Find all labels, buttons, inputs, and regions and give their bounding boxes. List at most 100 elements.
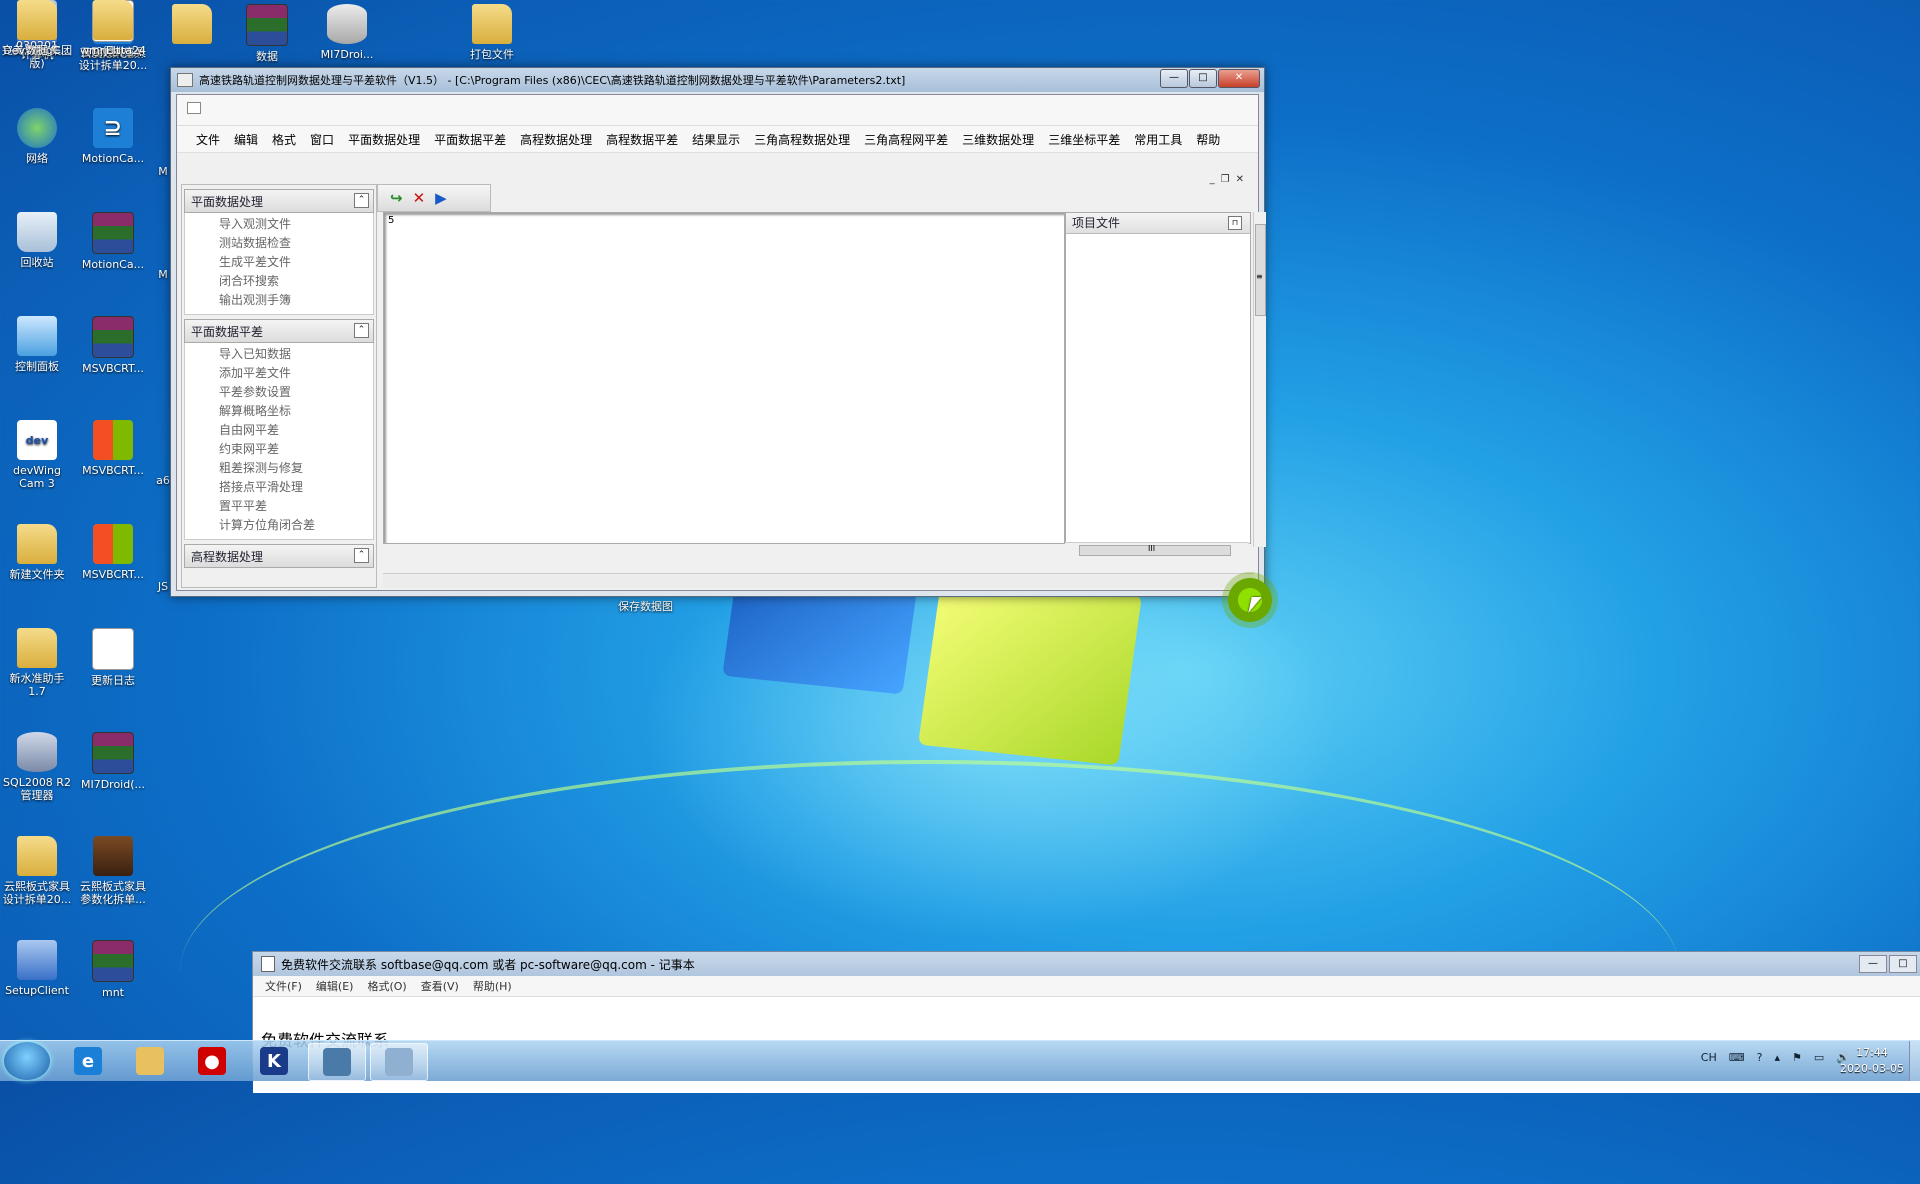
menu-item[interactable]: 高程数据平差: [599, 131, 685, 148]
notepad-maximize-button[interactable]: □: [1889, 955, 1917, 973]
desktop-icon[interactable]: 回收站: [0, 212, 74, 269]
menu-item[interactable]: 编辑: [227, 131, 265, 148]
nav-item[interactable]: 平差参数设置: [219, 383, 373, 402]
maximize-button[interactable]: □: [1189, 69, 1217, 88]
quick-access-icon[interactable]: [187, 102, 201, 114]
nav-item[interactable]: 添加平差文件: [219, 364, 373, 383]
document-editor[interactable]: 5: [383, 212, 1065, 544]
horizontal-scrollbar[interactable]: III: [1065, 542, 1249, 557]
app-titlebar[interactable]: 高速铁路轨道控制网数据处理与平差软件（V1.5） - [C:\Program F…: [171, 68, 1264, 92]
mdi-minimize-button[interactable]: _: [1210, 174, 1215, 185]
taskbar-cec-app-button[interactable]: [308, 1043, 366, 1081]
taskbar-recorder-button[interactable]: ●: [184, 1043, 240, 1079]
collapse-icon[interactable]: ⌃: [354, 323, 369, 338]
show-desktop-button[interactable]: [1909, 1041, 1920, 1081]
desktop-icon[interactable]: 控制面板: [0, 316, 74, 373]
desktop-icon[interactable]: dev devWing Cam 3: [0, 420, 74, 490]
notepad-menu-item[interactable]: 格式(O): [367, 978, 406, 994]
desktop-icon[interactable]: 新建文件夹: [0, 524, 74, 581]
menu-item[interactable]: 常用工具: [1127, 131, 1189, 148]
nav-section-header[interactable]: 平面数据处理 ⌃: [184, 189, 374, 213]
start-button[interactable]: [4, 1042, 50, 1080]
nav-item[interactable]: 约束网平差: [219, 440, 373, 459]
tray-icon[interactable]: CH: [1701, 1051, 1717, 1064]
menu-item[interactable]: 帮助: [1189, 131, 1227, 148]
vertical-scroll-thumb[interactable]: [1255, 224, 1266, 316]
notepad-menu-item[interactable]: 查看(V): [421, 978, 459, 994]
tray-icon[interactable]: ⚑: [1792, 1051, 1802, 1064]
notepad-menu-item[interactable]: 文件(F): [265, 978, 302, 994]
mdi-restore-button[interactable]: ❐: [1221, 174, 1230, 185]
desktop-icon[interactable]: MotionCa...: [76, 212, 150, 271]
taskbar-file-explorer-button[interactable]: [122, 1043, 178, 1079]
desktop-icon[interactable]: 数据: [0, 0, 74, 57]
nav-item[interactable]: 输出观测手簿: [219, 291, 373, 310]
menu-item[interactable]: 高程数据处理: [513, 131, 599, 148]
desktop-icon[interactable]: 打包文件: [455, 4, 529, 61]
nav-item[interactable]: 生成平差文件: [219, 253, 373, 272]
menu-item[interactable]: 三角高程数据处理: [747, 131, 857, 148]
desktop-icon[interactable]: ⊇ MotionCa...: [76, 108, 150, 165]
nav-item[interactable]: 解算概略坐标: [219, 402, 373, 421]
menu-item[interactable]: 平面数据处理: [341, 131, 427, 148]
menu-item[interactable]: 结果显示: [685, 131, 747, 148]
horizontal-scroll-thumb[interactable]: III: [1079, 544, 1231, 556]
desktop-icon[interactable]: SQL2008 R2 管理器: [0, 732, 74, 802]
menu-item[interactable]: 三角高程网平差: [857, 131, 955, 148]
collapse-icon[interactable]: ⌃: [354, 548, 369, 563]
tray-icon[interactable]: ?: [1757, 1051, 1763, 1064]
redo-icon[interactable]: ↪: [390, 189, 403, 207]
taskbar-k-app-button[interactable]: K: [246, 1043, 302, 1079]
nav-item[interactable]: 导入观测文件: [219, 215, 373, 234]
desktop-icon[interactable]: mnt: [76, 940, 150, 999]
nav-item[interactable]: 导入已知数据: [219, 345, 373, 364]
nav-item[interactable]: 粗差探测与修复: [219, 459, 373, 478]
menu-item[interactable]: 平面数据平差: [427, 131, 513, 148]
taskbar-internet-explorer-button[interactable]: e: [60, 1043, 116, 1079]
delete-icon[interactable]: ✕: [413, 189, 426, 207]
taskbar-notepad-button[interactable]: [370, 1043, 428, 1081]
mdi-close-button[interactable]: ✕: [1236, 174, 1244, 185]
menu-item[interactable]: 文件: [189, 131, 227, 148]
desktop-icon[interactable]: 云熙板式家具参数化拆单...: [76, 836, 150, 906]
nav-item[interactable]: 自由网平差: [219, 421, 373, 440]
desktop-icon[interactable]: MI7Droi...: [310, 4, 384, 61]
vertical-scrollbar[interactable]: ≡: [1253, 212, 1266, 547]
close-button[interactable]: ✕: [1218, 69, 1260, 88]
menu-item[interactable]: 三维数据处理: [955, 131, 1041, 148]
notepad-menu-item[interactable]: 编辑(E): [316, 978, 354, 994]
tray-icon[interactable]: ▭: [1814, 1051, 1824, 1064]
nav-item[interactable]: 测站数据检查: [219, 234, 373, 253]
app-window[interactable]: 高速铁路轨道控制网数据处理与平差软件（V1.5） - [C:\Program F…: [170, 67, 1266, 597]
desktop-icon[interactable]: 网络: [0, 108, 74, 165]
desktop-icon[interactable]: 更新日志: [76, 628, 150, 687]
run-icon[interactable]: ▶: [435, 189, 447, 207]
minimize-button[interactable]: —: [1160, 69, 1188, 88]
desktop-icon[interactable]: Elt: [76, 0, 150, 57]
desktop-icon[interactable]: 云熙板式家具设计拆单20...: [0, 836, 74, 906]
nav-item[interactable]: 计算方位角闭合差: [219, 516, 373, 535]
nav-item[interactable]: 置平平差: [219, 497, 373, 516]
menu-item[interactable]: 格式: [265, 131, 303, 148]
desktop-icon[interactable]: 新水准助手 1.7: [0, 628, 74, 698]
notepad-menu-item[interactable]: 帮助(H): [473, 978, 512, 994]
nav-section-header[interactable]: 高程数据处理 ⌃: [184, 544, 374, 568]
desktop-icon[interactable]: SetupClient: [0, 940, 74, 997]
desktop-icon[interactable]: MSVBCRT...: [76, 420, 150, 477]
pin-icon[interactable]: ⊓: [1228, 216, 1242, 230]
desktop-icon[interactable]: MSVBCRT...: [76, 524, 150, 581]
nav-section-header[interactable]: 平面数据平差 ⌃: [184, 319, 374, 343]
nav-item[interactable]: 搭接点平滑处理: [219, 478, 373, 497]
notepad-titlebar[interactable]: 免费软件交流联系 softbase@qq.com 或者 pc-software@…: [253, 952, 1920, 976]
desktop-icon[interactable]: 数据: [230, 4, 304, 63]
desktop-icon[interactable]: MI7Droid(...: [76, 732, 150, 791]
nav-item[interactable]: 闭合环搜索: [219, 272, 373, 291]
tray-icon[interactable]: ▴: [1774, 1051, 1780, 1064]
menu-item[interactable]: 三维坐标平差: [1041, 131, 1127, 148]
menu-item[interactable]: 窗口: [303, 131, 341, 148]
desktop-icon[interactable]: [155, 4, 229, 48]
collapse-icon[interactable]: ⌃: [354, 193, 369, 208]
tray-icon[interactable]: ⌨: [1729, 1051, 1745, 1064]
desktop-icon[interactable]: MSVBCRT...: [76, 316, 150, 375]
clock[interactable]: 17:44 2020-03-05: [1832, 1045, 1912, 1077]
